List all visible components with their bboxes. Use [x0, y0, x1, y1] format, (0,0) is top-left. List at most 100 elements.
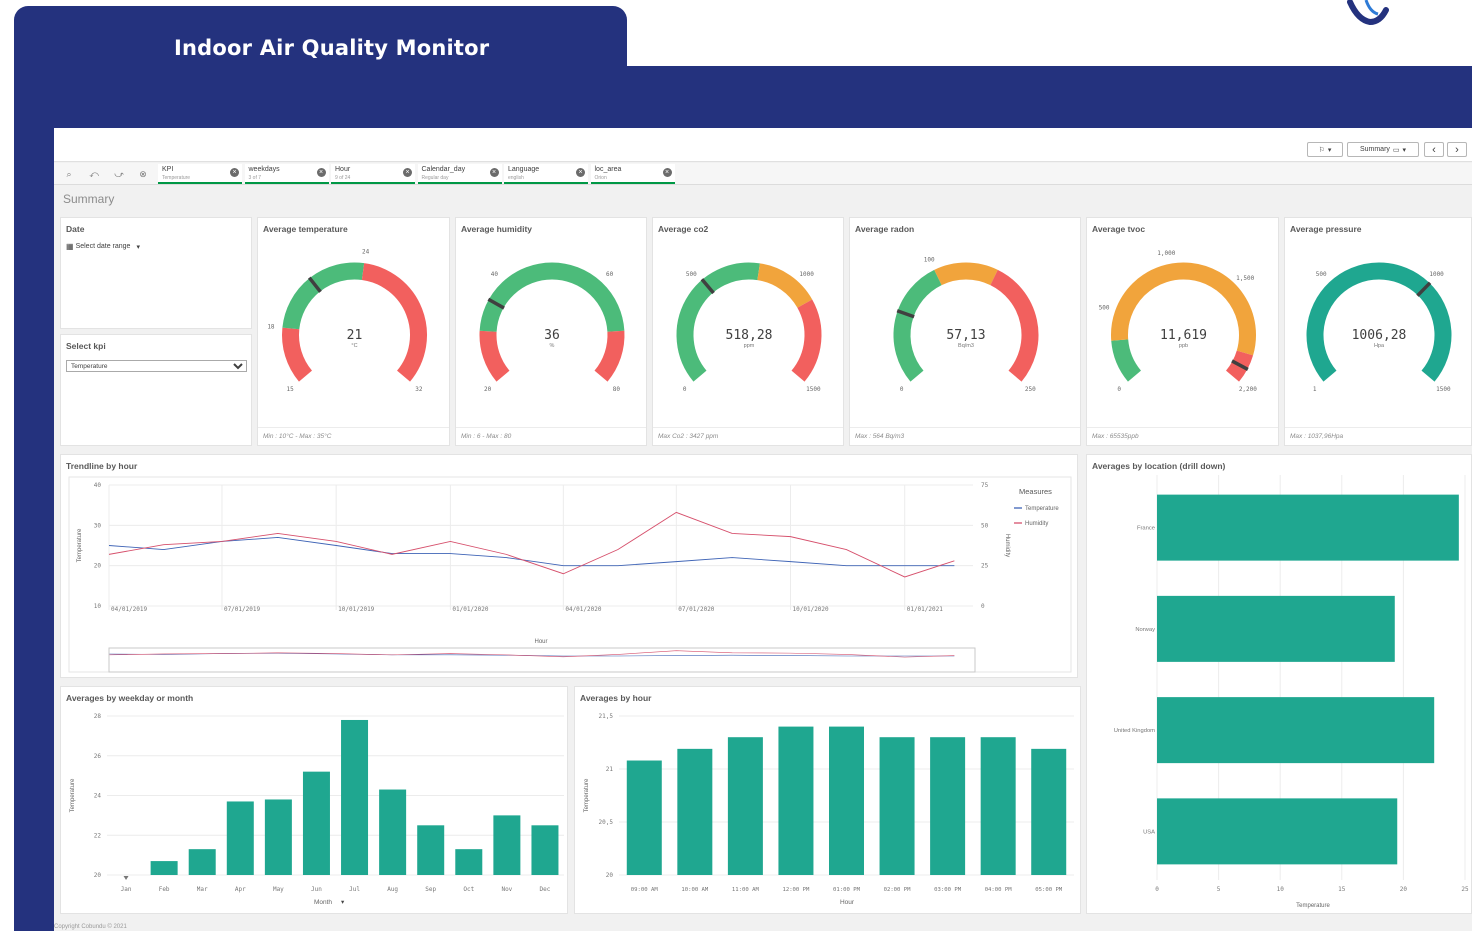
bar: [302, 771, 330, 875]
clear-selection-icon[interactable]: ×: [316, 168, 326, 177]
chart-frame: [68, 476, 1072, 673]
gauge-scale-label: 1500: [1436, 386, 1451, 393]
bar: [455, 849, 483, 875]
clear-selection-icon[interactable]: ×: [230, 168, 239, 177]
hour-bar-chart[interactable]: 20 20,5 21 21,5 09:00 AM 10:00 AM 11:00 AM 12:0…: [575, 687, 1080, 913]
gauge-unit: °C: [351, 343, 357, 349]
sheet-selector-button[interactable]: Summary ▭ ▾: [1347, 142, 1419, 157]
y-tick-label: 24: [94, 793, 102, 800]
bar: [1157, 697, 1435, 764]
y-axis-title: Temperature: [77, 528, 83, 562]
x-tick-label: 09:00 AM: [631, 887, 659, 893]
app-title: Indoor Air Quality Monitor: [174, 36, 490, 60]
weekday-month-panel: Averages by weekday or month 20 22 24 26 28 J…: [60, 686, 568, 914]
x-tick-label: 0: [1155, 886, 1159, 893]
previous-sheet-button[interactable]: ‹: [1424, 142, 1444, 157]
bar: [531, 825, 559, 875]
selection-field: weekdays: [248, 166, 280, 173]
bookmark-icon: ⚐: [1318, 146, 1325, 154]
x-tick-label: Oct: [463, 886, 474, 893]
gauge-footer: Max : 1037,96Hpa: [1285, 427, 1471, 445]
smart-search-icon[interactable]: ⌕: [62, 168, 76, 180]
gauge-panel[interactable]: Average pressure Max : 1037,96Hpa 1 500 1000…: [1284, 217, 1472, 446]
x-axis-title: Month: [314, 899, 332, 906]
x-axis-title: Temperature: [1296, 903, 1330, 909]
gauge-scale-label: 20: [484, 386, 492, 393]
gauge-panel[interactable]: Average co2 Max Co2 : 3427 ppm 0 500 1000 150…: [652, 217, 844, 446]
selection-chip[interactable]: Language english ×: [504, 164, 588, 184]
chevron-down-icon: ▾: [136, 243, 140, 251]
selection-field: KPI: [162, 166, 174, 173]
y-tick-label: 30: [94, 522, 102, 529]
gauge-scale-label: 18: [267, 323, 275, 330]
series-line-humidity: [108, 511, 955, 578]
gauge-segment: [282, 262, 365, 330]
bookmark-button[interactable]: ⚐ ▾: [1307, 142, 1343, 157]
gauge-panel[interactable]: Average tvoc Max : 65535ppb 0 500 1,000 1,500…: [1086, 217, 1279, 446]
x-tick-label: 25: [1461, 886, 1469, 893]
step-forward-icon[interactable]: ⤻: [112, 168, 126, 180]
bar: [677, 748, 713, 875]
selection-chip[interactable]: Calendar_day Regular day ×: [417, 164, 502, 184]
gauge-unit: ppm: [744, 343, 755, 349]
bar: [829, 726, 864, 875]
gauge-scale-label: 1,000: [1157, 250, 1175, 257]
trendline-chart[interactable]: 10 20 30 40 0 25 50 75 04/01/2019 07/01/2019 10/01…: [61, 455, 1077, 677]
gauge-chart: 1500 100015001006,28Hpa: [1306, 262, 1452, 393]
clear-selection-icon[interactable]: ×: [576, 168, 585, 177]
y-tick-label: 21: [606, 766, 614, 773]
gauge-segment: [594, 330, 625, 382]
next-sheet-button[interactable]: ›: [1447, 142, 1467, 157]
selection-chip[interactable]: loc_area Orion ×: [590, 164, 675, 184]
gauge-panel[interactable]: Average humidity Min : 6 - Max : 80 20 40 60…: [455, 217, 647, 446]
calendar-icon: ▦: [66, 242, 74, 251]
gauge-unit: Bq/m3: [958, 343, 974, 349]
bar: [879, 737, 915, 875]
gauge-scale-label: 250: [1025, 386, 1036, 393]
bar: [379, 789, 407, 875]
clear-selection-icon[interactable]: ×: [662, 168, 672, 177]
gauge-footer: Min : 6 - Max : 80: [456, 427, 646, 445]
clear-selection-icon[interactable]: ×: [403, 168, 412, 177]
x-axis-title: Hour: [840, 899, 855, 906]
y2-tick-label: 50: [981, 522, 989, 529]
kpi-select[interactable]: Temperature: [66, 360, 247, 372]
x-tick-label: 07/01/2019: [224, 606, 261, 613]
x-tick-label: Sep: [425, 886, 436, 893]
bar: [417, 825, 445, 875]
selection-chip[interactable]: weekdays 3 of 7 ×: [244, 164, 329, 184]
gauge-scale-label: 32: [415, 386, 423, 393]
y-axis-title: Temperature: [70, 778, 76, 812]
date-panel: Date ▦ Select date range ▾: [60, 217, 252, 329]
y-tick-label: 22: [94, 832, 102, 839]
x-tick-label: 04/01/2019: [111, 606, 148, 613]
month-bar-chart[interactable]: 20 22 24 26 28 Jan Feb Mar Apr May Jun Jul Aug Sep Oct…: [61, 687, 567, 913]
bar: [226, 801, 254, 875]
gauge-scale-label: 500: [686, 271, 697, 278]
gauge-scale-label: 40: [491, 271, 499, 278]
y-tick-label: 10: [94, 603, 102, 610]
clear-selection-icon[interactable]: ×: [489, 168, 499, 177]
selection-chip[interactable]: KPI Temperature ×: [158, 164, 242, 184]
x-tick-label: 01/01/2020: [452, 606, 489, 613]
x-tick-label: 15: [1338, 886, 1346, 893]
bar: [930, 737, 966, 875]
bar: [1157, 798, 1398, 865]
kpi-panel-title: Select kpi: [66, 341, 106, 351]
selection-value: Regular day: [421, 175, 449, 181]
gauge-chart: 0 500 1000 1500 518,28ppm: [676, 262, 822, 393]
selection-chip[interactable]: Hour 9 of 24 ×: [331, 164, 415, 184]
date-range-picker[interactable]: ▦ Select date range ▾: [66, 242, 140, 251]
step-back-icon[interactable]: ⤺: [87, 168, 101, 180]
x-tick-label: 5: [1217, 886, 1221, 893]
x-tick-label: 07/01/2020: [678, 606, 715, 613]
out-of-range-marker: [123, 876, 129, 880]
clear-all-icon[interactable]: ⊗: [136, 168, 150, 180]
gauge-panel[interactable]: Average temperature Min : 10°C - Max : 35…: [257, 217, 450, 446]
gauge-panel[interactable]: Average radon Max : 564 Bq/m3 0 100 250 57,13…: [849, 217, 1081, 446]
y-tick-label: USA: [1143, 829, 1155, 835]
x-tick-label: 10: [1277, 886, 1285, 893]
location-bar-chart[interactable]: 0 5 10 15 20 25 France Norway United Kingdom USA T…: [1087, 455, 1472, 913]
chevron-down-icon: ▾: [1402, 146, 1407, 154]
top-toolbar: ⚐ ▾ Summary ▭ ▾ ‹ ›: [54, 128, 1472, 162]
